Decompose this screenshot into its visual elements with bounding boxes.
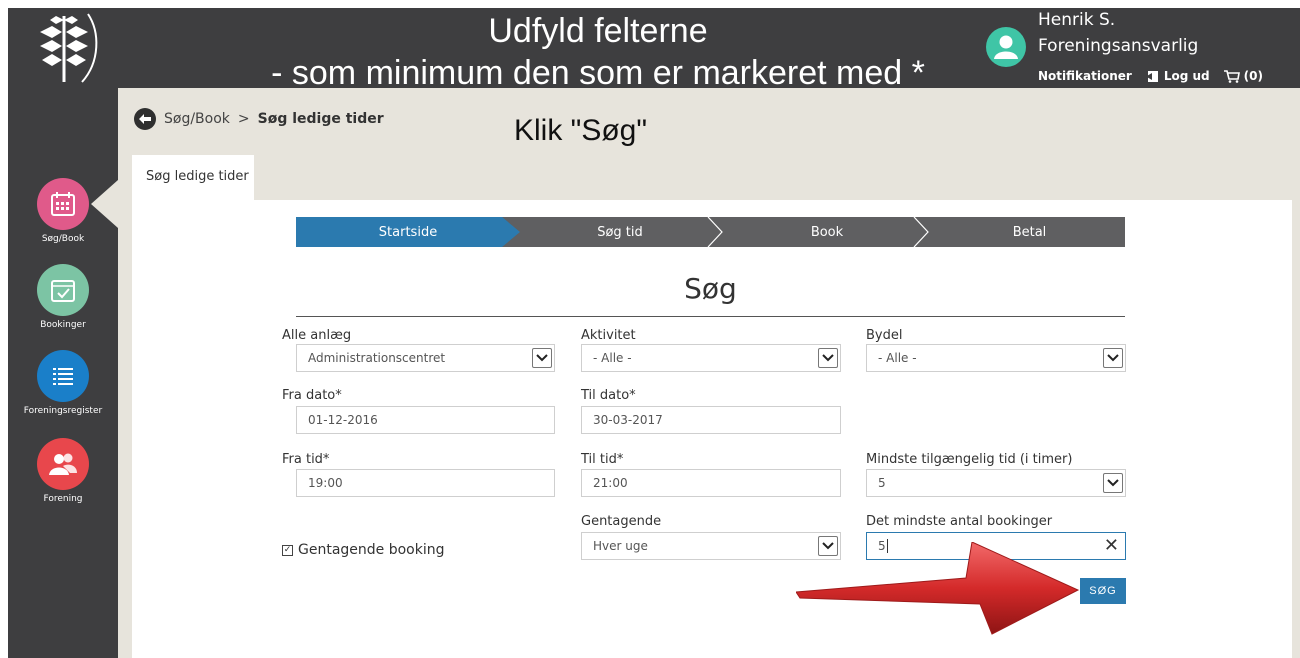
page-title: Søg	[684, 272, 737, 305]
cart-link[interactable]: (0)	[1223, 69, 1263, 83]
chevron-right-icon	[707, 217, 723, 247]
sidebar-item-bookinger[interactable]: Bookinger	[8, 264, 118, 330]
user-avatar-icon[interactable]	[986, 27, 1026, 67]
gentagende-booking-checkbox[interactable]: ✓ Gentagende booking	[282, 542, 445, 558]
chevron-down-icon[interactable]	[1103, 348, 1123, 368]
wizard-steps: Startside Søg tid Book Betal	[296, 217, 1125, 247]
gentagende-label: Gentagende	[581, 514, 662, 529]
mindste-bookinger-label: Det mindste antal bookinger	[866, 514, 1053, 529]
gentagende-booking-label: Gentagende booking	[298, 542, 445, 558]
sidebar-item-forening[interactable]: Forening	[8, 438, 118, 504]
bydel-label: Bydel	[866, 328, 903, 343]
logout-icon	[1145, 70, 1158, 82]
wizard-step-startside[interactable]: Startside	[296, 217, 520, 247]
mindste-tid-label: Mindste tilgængelig tid (i timer)	[866, 452, 1073, 467]
sidebar-item-label: Bookinger	[40, 320, 86, 330]
click-search-annotation: Klik "Søg"	[514, 114, 647, 147]
fra-dato-input[interactable]: 01-12-2016	[296, 406, 555, 434]
logout-label: Log ud	[1163, 69, 1210, 83]
wizard-step-sog-tid[interactable]: Søg tid	[520, 217, 720, 247]
aktivitet-label: Aktivitet	[581, 328, 636, 343]
header-links: Notifikationer Log ud (0)	[1038, 69, 1263, 83]
aktivitet-select[interactable]: - Alle -	[581, 344, 841, 372]
breadcrumb: Søg/Book > Søg ledige tider	[134, 108, 384, 130]
logout-link[interactable]: Log ud	[1145, 69, 1210, 83]
calendar-check-icon	[37, 264, 89, 316]
chevron-right-icon	[913, 217, 929, 247]
main-content: Søg/Book > Søg ledige tider Klik "Søg" S…	[118, 88, 1300, 658]
fra-tid-input[interactable]: 19:00	[296, 469, 555, 497]
fra-tid-label: Fra tid*	[282, 452, 330, 467]
chevron-down-icon[interactable]	[1103, 473, 1123, 493]
calendar-icon	[37, 178, 89, 230]
breadcrumb-separator: >	[237, 111, 250, 127]
fra-dato-value: 01-12-2016	[308, 413, 378, 427]
chevron-down-icon[interactable]	[818, 348, 838, 368]
aktivitet-value: - Alle -	[593, 351, 632, 365]
til-tid-label: Til tid*	[581, 452, 624, 467]
breadcrumb-current: Søg ledige tider	[257, 111, 384, 127]
app-frame: Udfyld felterne - som minimum den som er…	[8, 8, 1300, 658]
back-arrow-icon	[139, 114, 151, 124]
search-panel: Startside Søg tid Book Betal Søg Alle an…	[132, 200, 1292, 658]
top-header: Udfyld felterne - som minimum den som er…	[8, 8, 1300, 92]
instruction-annotation: Udfyld felterne - som minimum den som er…	[198, 10, 998, 94]
fra-tid-value: 19:00	[308, 476, 343, 490]
cart-count: (0)	[1243, 69, 1263, 83]
sidebar-item-foreningsregister[interactable]: Foreningsregister	[8, 350, 118, 416]
tab-sog-ledige-tider[interactable]: Søg ledige tider	[132, 155, 254, 200]
til-tid-input[interactable]: 21:00	[581, 469, 841, 497]
sidebar: Søg/Book Bookinger Foreningsregister For…	[8, 88, 118, 658]
chevron-down-icon[interactable]	[532, 348, 552, 368]
sidebar-item-sog-book[interactable]: Søg/Book	[8, 178, 118, 244]
mindste-tid-value: 5	[878, 476, 886, 490]
instruction-line-1: Udfyld felterne	[488, 12, 708, 50]
cart-icon	[1223, 69, 1240, 83]
user-name: Henrik S.	[1038, 10, 1116, 30]
title-divider	[296, 316, 1125, 317]
wizard-step-betal[interactable]: Betal	[934, 217, 1125, 247]
alle-anlaeg-select[interactable]: Administrationscentret	[296, 344, 555, 372]
bydel-value: - Alle -	[878, 351, 917, 365]
mindste-tid-select[interactable]: 5	[866, 469, 1126, 497]
sidebar-item-label: Forening	[43, 494, 83, 504]
sidebar-item-label: Foreningsregister	[23, 406, 103, 416]
sidebar-item-label: Søg/Book	[41, 234, 85, 244]
til-dato-input[interactable]: 30-03-2017	[581, 406, 841, 434]
til-dato-label: Til dato*	[581, 388, 636, 403]
gentagende-value: Hver uge	[593, 539, 648, 553]
back-button[interactable]	[134, 108, 156, 130]
alle-anlaeg-value: Administrationscentret	[308, 351, 446, 365]
red-arrow-annotation	[796, 542, 1080, 635]
clear-icon[interactable]: ✕	[1104, 535, 1119, 556]
wizard-step-book[interactable]: Book	[720, 217, 934, 247]
logo-icon	[40, 13, 98, 83]
fra-dato-label: Fra dato*	[282, 388, 342, 403]
til-tid-value: 21:00	[593, 476, 628, 490]
checkbox-checked-icon: ✓	[282, 544, 293, 556]
alle-anlaeg-label: Alle anlæg	[282, 328, 352, 343]
breadcrumb-parent[interactable]: Søg/Book	[164, 111, 230, 127]
notifications-link[interactable]: Notifikationer	[1038, 69, 1132, 83]
users-icon	[37, 438, 89, 490]
til-dato-value: 30-03-2017	[593, 413, 663, 427]
bydel-select[interactable]: - Alle -	[866, 344, 1126, 372]
list-icon	[37, 350, 89, 402]
user-role: Foreningsansvarlig	[1038, 36, 1199, 56]
